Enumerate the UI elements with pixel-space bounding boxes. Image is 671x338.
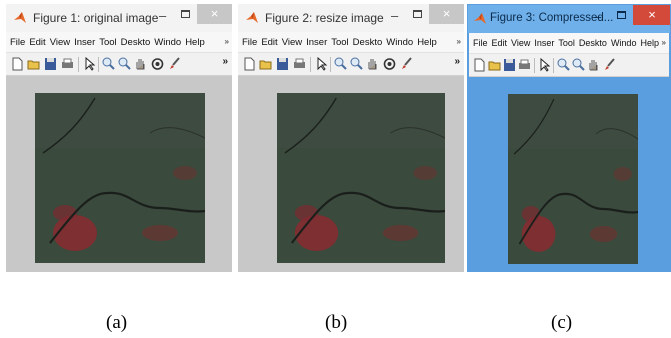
print-icon[interactable]	[518, 58, 531, 72]
save-icon[interactable]	[276, 57, 289, 71]
menu-file[interactable]: File	[242, 37, 257, 48]
open-file-icon[interactable]	[488, 58, 501, 72]
zoom-out-icon[interactable]	[572, 58, 585, 72]
new-figure-icon[interactable]	[243, 57, 256, 71]
menu-overflow-icon[interactable]: »	[457, 37, 461, 46]
menu-edit[interactable]: Edit	[29, 37, 45, 48]
open-file-icon[interactable]	[27, 57, 40, 71]
window-title: Figure 2: resize image	[265, 11, 384, 25]
rotate-3d-icon[interactable]	[383, 57, 396, 71]
menu-overflow-icon[interactable]: »	[662, 38, 666, 47]
toolbar-overflow-icon[interactable]: »	[222, 56, 228, 67]
menu-file[interactable]: File	[473, 38, 488, 48]
maximize-button[interactable]	[181, 10, 190, 18]
new-figure-icon[interactable]	[473, 58, 486, 72]
title-bar[interactable]: Figure 2: resize image – ×	[238, 4, 464, 32]
pointer-icon[interactable]	[538, 58, 551, 72]
figure-window-3: Figure 3: Compressed... – × File Edit View…	[467, 4, 671, 272]
save-icon[interactable]	[44, 57, 57, 71]
menu-help[interactable]: Help	[185, 37, 205, 48]
close-button[interactable]: ×	[429, 4, 464, 24]
menu-help[interactable]: Help	[417, 37, 437, 48]
maximize-button[interactable]	[617, 11, 626, 19]
brush-icon[interactable]	[400, 57, 413, 71]
zoom-in-icon[interactable]	[557, 58, 570, 72]
figure-window-1: Figure 1: original image – × File Edit Vie…	[6, 4, 232, 272]
menu-view[interactable]: View	[511, 38, 530, 48]
figure-window-2: Figure 2: resize image – × File Edit View I…	[238, 4, 464, 272]
menu-view[interactable]: View	[282, 37, 302, 48]
caption-c: (c)	[551, 312, 573, 333]
minimize-button[interactable]: –	[159, 9, 166, 23]
image-axes	[277, 93, 445, 263]
menu-tools[interactable]: Tool	[558, 38, 575, 48]
menu-window[interactable]: Windo	[154, 37, 181, 48]
print-icon[interactable]	[61, 57, 74, 71]
new-figure-icon[interactable]	[11, 57, 24, 71]
menu-view[interactable]: View	[50, 37, 70, 48]
window-title: Figure 1: original image	[33, 11, 159, 25]
brush-icon[interactable]	[168, 57, 181, 71]
close-button[interactable]: ×	[197, 4, 232, 24]
satellite-image	[35, 93, 205, 263]
menu-insert[interactable]: Inser	[74, 37, 95, 48]
pan-icon[interactable]	[366, 57, 379, 71]
print-icon[interactable]	[293, 57, 306, 71]
open-file-icon[interactable]	[259, 57, 272, 71]
image-axes	[508, 94, 638, 264]
matlab-logo-icon	[246, 12, 258, 23]
pointer-icon[interactable]	[83, 57, 96, 71]
satellite-image	[508, 94, 638, 264]
caption-b: (b)	[325, 312, 348, 333]
close-button[interactable]: ×	[633, 5, 670, 25]
zoom-out-icon[interactable]	[350, 57, 363, 71]
title-bar[interactable]: Figure 3: Compressed... – ×	[468, 5, 670, 33]
menu-desktop[interactable]: Deskto	[353, 37, 383, 48]
zoom-in-icon[interactable]	[102, 57, 115, 71]
matlab-logo-icon	[14, 12, 26, 23]
menu-overflow-icon[interactable]: »	[225, 37, 229, 46]
menu-desktop[interactable]: Deskto	[579, 38, 607, 48]
matlab-logo-icon	[474, 13, 486, 24]
pan-icon[interactable]	[587, 58, 600, 72]
menu-help[interactable]: Help	[640, 38, 659, 48]
pan-icon[interactable]	[134, 57, 147, 71]
zoom-out-icon[interactable]	[118, 57, 131, 71]
brush-icon[interactable]	[603, 58, 616, 72]
minimize-button[interactable]: –	[391, 9, 398, 23]
menu-bar: File Edit View Inser Tool Deskto Windo Help »	[6, 32, 232, 52]
figure-toolbar: »	[238, 52, 464, 76]
menu-file[interactable]: File	[10, 37, 25, 48]
toolbar-overflow-icon[interactable]: »	[454, 56, 460, 67]
menu-tools[interactable]: Tool	[99, 37, 116, 48]
pointer-icon[interactable]	[315, 57, 328, 71]
menu-edit[interactable]: Edit	[492, 38, 508, 48]
menu-bar: File Edit View Inser Tool Deskto Windo Help »	[238, 32, 464, 52]
menu-tools[interactable]: Tool	[331, 37, 348, 48]
caption-a: (a)	[106, 312, 128, 333]
minimize-button[interactable]: –	[594, 10, 601, 24]
zoom-in-icon[interactable]	[334, 57, 347, 71]
figure-toolbar	[469, 53, 669, 77]
image-axes	[35, 93, 205, 263]
menu-desktop[interactable]: Deskto	[121, 37, 151, 48]
menu-insert[interactable]: Inser	[534, 38, 554, 48]
title-bar[interactable]: Figure 1: original image – ×	[6, 4, 232, 32]
menu-window[interactable]: Windo	[386, 37, 413, 48]
menu-edit[interactable]: Edit	[261, 37, 277, 48]
figure-toolbar: »	[6, 52, 232, 76]
maximize-button[interactable]	[413, 10, 422, 18]
satellite-image	[277, 93, 445, 263]
menu-insert[interactable]: Inser	[306, 37, 327, 48]
save-icon[interactable]	[503, 58, 516, 72]
menu-bar: File Edit View Inser Tool Deskto Windo Help »	[469, 33, 669, 53]
menu-window[interactable]: Windo	[611, 38, 637, 48]
rotate-3d-icon[interactable]	[151, 57, 164, 71]
